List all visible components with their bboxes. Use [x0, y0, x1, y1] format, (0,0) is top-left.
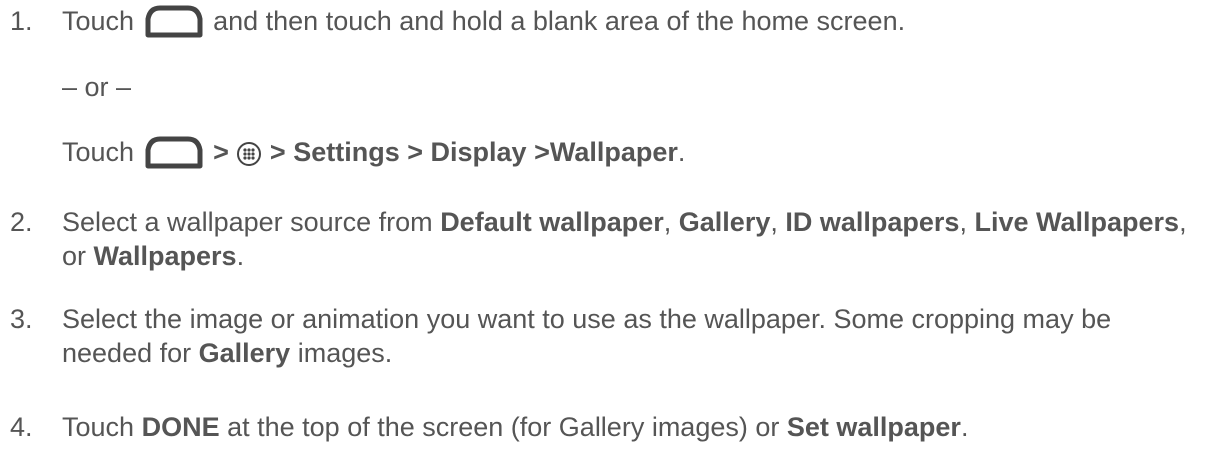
step-2: 2. Select a wallpaper source from Defaul… — [10, 205, 1187, 273]
step-1-alternative: Touch > > Settings > Display >Wallpaper. — [62, 135, 685, 172]
path-wallpaper: Wallpaper — [549, 137, 678, 167]
home-icon — [142, 136, 206, 172]
step-3: 3. Select the image or animation you wan… — [10, 302, 1187, 370]
step-2-text: Select a wallpaper source from Default w… — [62, 207, 1187, 271]
or-separator: – or – — [62, 72, 132, 102]
home-icon — [142, 5, 206, 41]
path-settings: Settings — [293, 137, 400, 167]
step-number: 1. — [10, 6, 33, 36]
step-4: 4. Touch DONE at the top of the screen (… — [10, 410, 1187, 444]
step-1-text: Touch and then touch and hold a blank ar… — [62, 4, 1187, 41]
step-4-text: Touch DONE at the top of the screen (for… — [62, 412, 969, 442]
step-number: 4. — [10, 412, 33, 442]
step-number: 3. — [10, 304, 33, 334]
step-3-text: Select the image or animation you want t… — [62, 304, 1112, 368]
instruction-document: 1. Touch and then touch and hold a blank… — [0, 0, 1207, 468]
apps-icon — [236, 141, 262, 167]
path-display: Display — [430, 137, 527, 167]
step-number: 2. — [10, 207, 33, 237]
step-1: 1. Touch and then touch and hold a blank… — [10, 4, 1187, 41]
